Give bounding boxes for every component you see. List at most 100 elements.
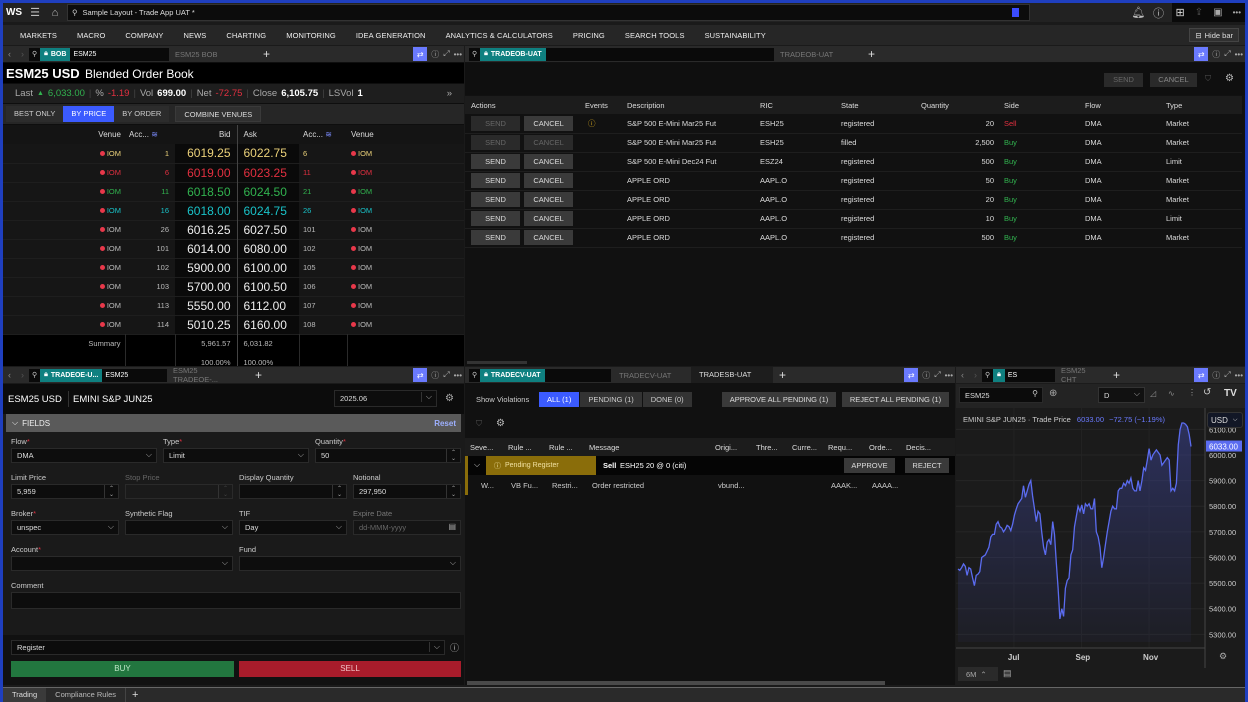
cancel-order-button[interactable]: CANCEL xyxy=(524,230,574,245)
instrument-search[interactable]: ⚲ 🔒︎ ES xyxy=(982,368,1055,382)
synthetic-flag-select[interactable]: ⌵ xyxy=(125,520,233,535)
settings-icon[interactable]: ⚙ xyxy=(1225,73,1234,84)
menu-item-pricing[interactable]: PRICING xyxy=(573,31,605,40)
bid-price[interactable]: 5010.25 xyxy=(175,315,237,334)
tab-tradeob-uat[interactable]: TRADEOB-UAT xyxy=(774,50,862,59)
mode-by-order-button[interactable]: BY ORDER xyxy=(114,106,170,122)
buy-button[interactable]: BUY xyxy=(11,661,234,677)
display-quantity-stepper[interactable]: ⌃ ⌄ xyxy=(239,484,347,499)
lock-badge[interactable]: 🔒︎ BOB xyxy=(40,47,71,61)
order-book-row[interactable]: IOM 114 5010.25 6160.00 108 IOM xyxy=(3,315,464,334)
sell-button[interactable]: SELL xyxy=(239,661,461,677)
bookmark-icon[interactable] xyxy=(1012,8,1019,17)
link-icon[interactable]: ⇄ xyxy=(413,47,428,61)
col-header[interactable]: Origi... xyxy=(715,443,737,452)
calendar-icon[interactable]: ▤ xyxy=(448,522,456,531)
send-order-button[interactable]: SEND xyxy=(471,211,520,226)
col-header[interactable]: Orde... xyxy=(869,443,892,452)
fund-select[interactable]: ⌵ xyxy=(239,556,461,571)
filter-done-button[interactable]: DONE (0) xyxy=(642,392,692,407)
cancel-order-button[interactable]: CANCEL xyxy=(524,135,574,150)
home-icon[interactable]: ⌂ xyxy=(45,3,65,22)
order-row[interactable]: SEND CANCEL APPLE ORD AAPL.O registered … xyxy=(465,228,1242,247)
order-row[interactable]: SEND CANCEL APPLE ORD AAPL.O registered … xyxy=(465,190,1242,209)
help-icon[interactable]: ⓘ xyxy=(922,370,930,381)
collapse-chevron-icon[interactable]: ⌵ xyxy=(474,460,480,470)
mode-by-price-button[interactable]: BY PRICE xyxy=(63,106,115,122)
col-flow[interactable]: Flow xyxy=(1079,96,1160,114)
menu-item-search-tools[interactable]: SEARCH TOOLS xyxy=(625,31,685,40)
tab-esm25-cht[interactable]: ESM25 CHT xyxy=(1055,367,1107,384)
col-description[interactable]: Description xyxy=(621,96,754,114)
comment-input[interactable] xyxy=(11,592,461,609)
expire-date-input[interactable]: dd-MMM-yyyy ▤ xyxy=(353,520,461,535)
currency-select[interactable]: USD ⌵ xyxy=(1207,412,1243,428)
tab-esm25-bob[interactable]: ESM25 BOB xyxy=(169,50,257,59)
link-icon[interactable]: ⇄ xyxy=(1194,47,1209,61)
forward-icon[interactable]: › xyxy=(969,370,982,380)
bid-price[interactable]: 5700.00 xyxy=(175,277,237,296)
help-icon[interactable]: ⓘ xyxy=(431,49,439,60)
col-header[interactable]: Decis... xyxy=(906,443,931,452)
help-icon[interactable]: ⓘ xyxy=(1149,3,1169,22)
bid-price[interactable]: 6019.25 xyxy=(175,144,237,163)
back-icon[interactable]: ‹ xyxy=(956,370,969,380)
tif-select[interactable]: Day ⌵ xyxy=(239,520,347,535)
flow-select[interactable]: DMA ⌵ xyxy=(11,448,157,463)
fields-section-header[interactable]: ⌵ FIELDS Reset xyxy=(6,414,461,432)
stepper-arrows-icon[interactable]: ⌃ ⌄ xyxy=(332,485,346,498)
menu-item-sustainability[interactable]: SUSTAINABILITY xyxy=(705,31,766,40)
add-tab-button[interactable]: + xyxy=(773,368,792,382)
help-icon[interactable]: ⓘ xyxy=(1212,49,1220,60)
more-icon[interactable]: ••• xyxy=(454,50,462,59)
col-bid[interactable]: Bid xyxy=(175,125,237,144)
col-ask-acc[interactable]: Acc... ≋ xyxy=(299,125,347,144)
info-icon[interactable]: ⓘ xyxy=(450,641,459,654)
col-actions[interactable]: Actions xyxy=(465,96,580,114)
order-book-row[interactable]: IOM 26 6016.25 6027.50 101 IOM xyxy=(3,220,464,239)
menu-item-company[interactable]: COMPANY xyxy=(125,31,163,40)
order-book-row[interactable]: IOM 113 5550.00 6112.00 107 IOM xyxy=(3,296,464,315)
share-icon[interactable]: ⇪ xyxy=(1195,7,1203,18)
violation-group-row[interactable]: ⌵ ⓘ Pending Register Sell ESH25 20 @ 0 (c… xyxy=(465,456,955,475)
bid-price[interactable]: 6014.00 xyxy=(175,239,237,258)
instrument-search[interactable]: ⚲ 🔒︎ TRADEOB-UAT xyxy=(469,47,774,61)
price-chart[interactable]: 6100.006000.005900.005800.005700.005600.… xyxy=(956,408,1245,685)
more-icon[interactable]: ••• xyxy=(1235,50,1243,59)
expand-icon[interactable]: ⤢ xyxy=(443,370,449,380)
col-quantity[interactable]: Quantity xyxy=(915,96,998,114)
chart-type-icon[interactable]: ◿ xyxy=(1150,389,1156,398)
instrument-search[interactable]: ⚲ 🔒︎ TRADECV-UAT xyxy=(469,368,611,382)
reject-all-pending-button[interactable]: REJECT ALL PENDING (1) xyxy=(842,392,949,407)
bid-price[interactable]: 5550.00 xyxy=(175,296,237,315)
order-book-row[interactable]: IOM 16 6018.00 6024.75 26 IOM xyxy=(3,201,464,220)
col-state[interactable]: State xyxy=(835,96,915,114)
hamburger-menu-icon[interactable]: ☰ xyxy=(25,3,45,22)
help-icon[interactable]: ⓘ xyxy=(1212,370,1220,381)
cancel-order-button[interactable]: CANCEL xyxy=(524,115,574,131)
order-book-row[interactable]: IOM 103 5700.00 6100.50 106 IOM xyxy=(3,277,464,296)
cancel-order-button[interactable]: CANCEL xyxy=(524,173,574,188)
menu-item-monitoring[interactable]: MONITORING xyxy=(286,31,336,40)
reset-link[interactable]: Reset xyxy=(434,419,456,428)
ask-price[interactable]: 6027.50 xyxy=(236,220,299,239)
combine-venues-button[interactable]: COMBINE VENUES xyxy=(175,106,262,122)
expand-icon[interactable]: ⤢ xyxy=(1224,49,1230,59)
menu-item-news[interactable]: NEWS xyxy=(183,31,206,40)
order-row[interactable]: SEND CANCEL ⓘ S&P 500 E-Mini Mar25 Fut E… xyxy=(465,114,1242,133)
limit-price-stepper[interactable]: 5,959 ⌃ ⌄ xyxy=(11,484,119,499)
col-bid-venue[interactable]: Venue xyxy=(3,125,125,144)
warning-icon[interactable]: ⓘ xyxy=(588,119,596,128)
horizontal-scrollbar[interactable] xyxy=(467,681,885,685)
account-select[interactable]: ⌵ xyxy=(11,556,233,571)
range-select[interactable]: 6M ⌃ xyxy=(958,667,998,681)
ask-price[interactable]: 6100.00 xyxy=(236,258,299,277)
instrument-input[interactable]: ESM25 xyxy=(73,51,96,58)
violation-row[interactable]: W... VB Fu... Restri... Order restricted vbu… xyxy=(465,475,955,495)
stepper-arrows-icon[interactable]: ⌃ ⌄ xyxy=(446,449,460,462)
action-select[interactable]: Register ⌵ xyxy=(11,640,445,655)
notional-stepper[interactable]: 297,950 ⌃ ⌄ xyxy=(353,484,461,499)
menu-item-markets[interactable]: MARKETS xyxy=(20,31,57,40)
col-header[interactable]: Message xyxy=(589,443,619,452)
order-book-row[interactable]: IOM 101 6014.00 6080.00 102 IOM xyxy=(3,239,464,258)
